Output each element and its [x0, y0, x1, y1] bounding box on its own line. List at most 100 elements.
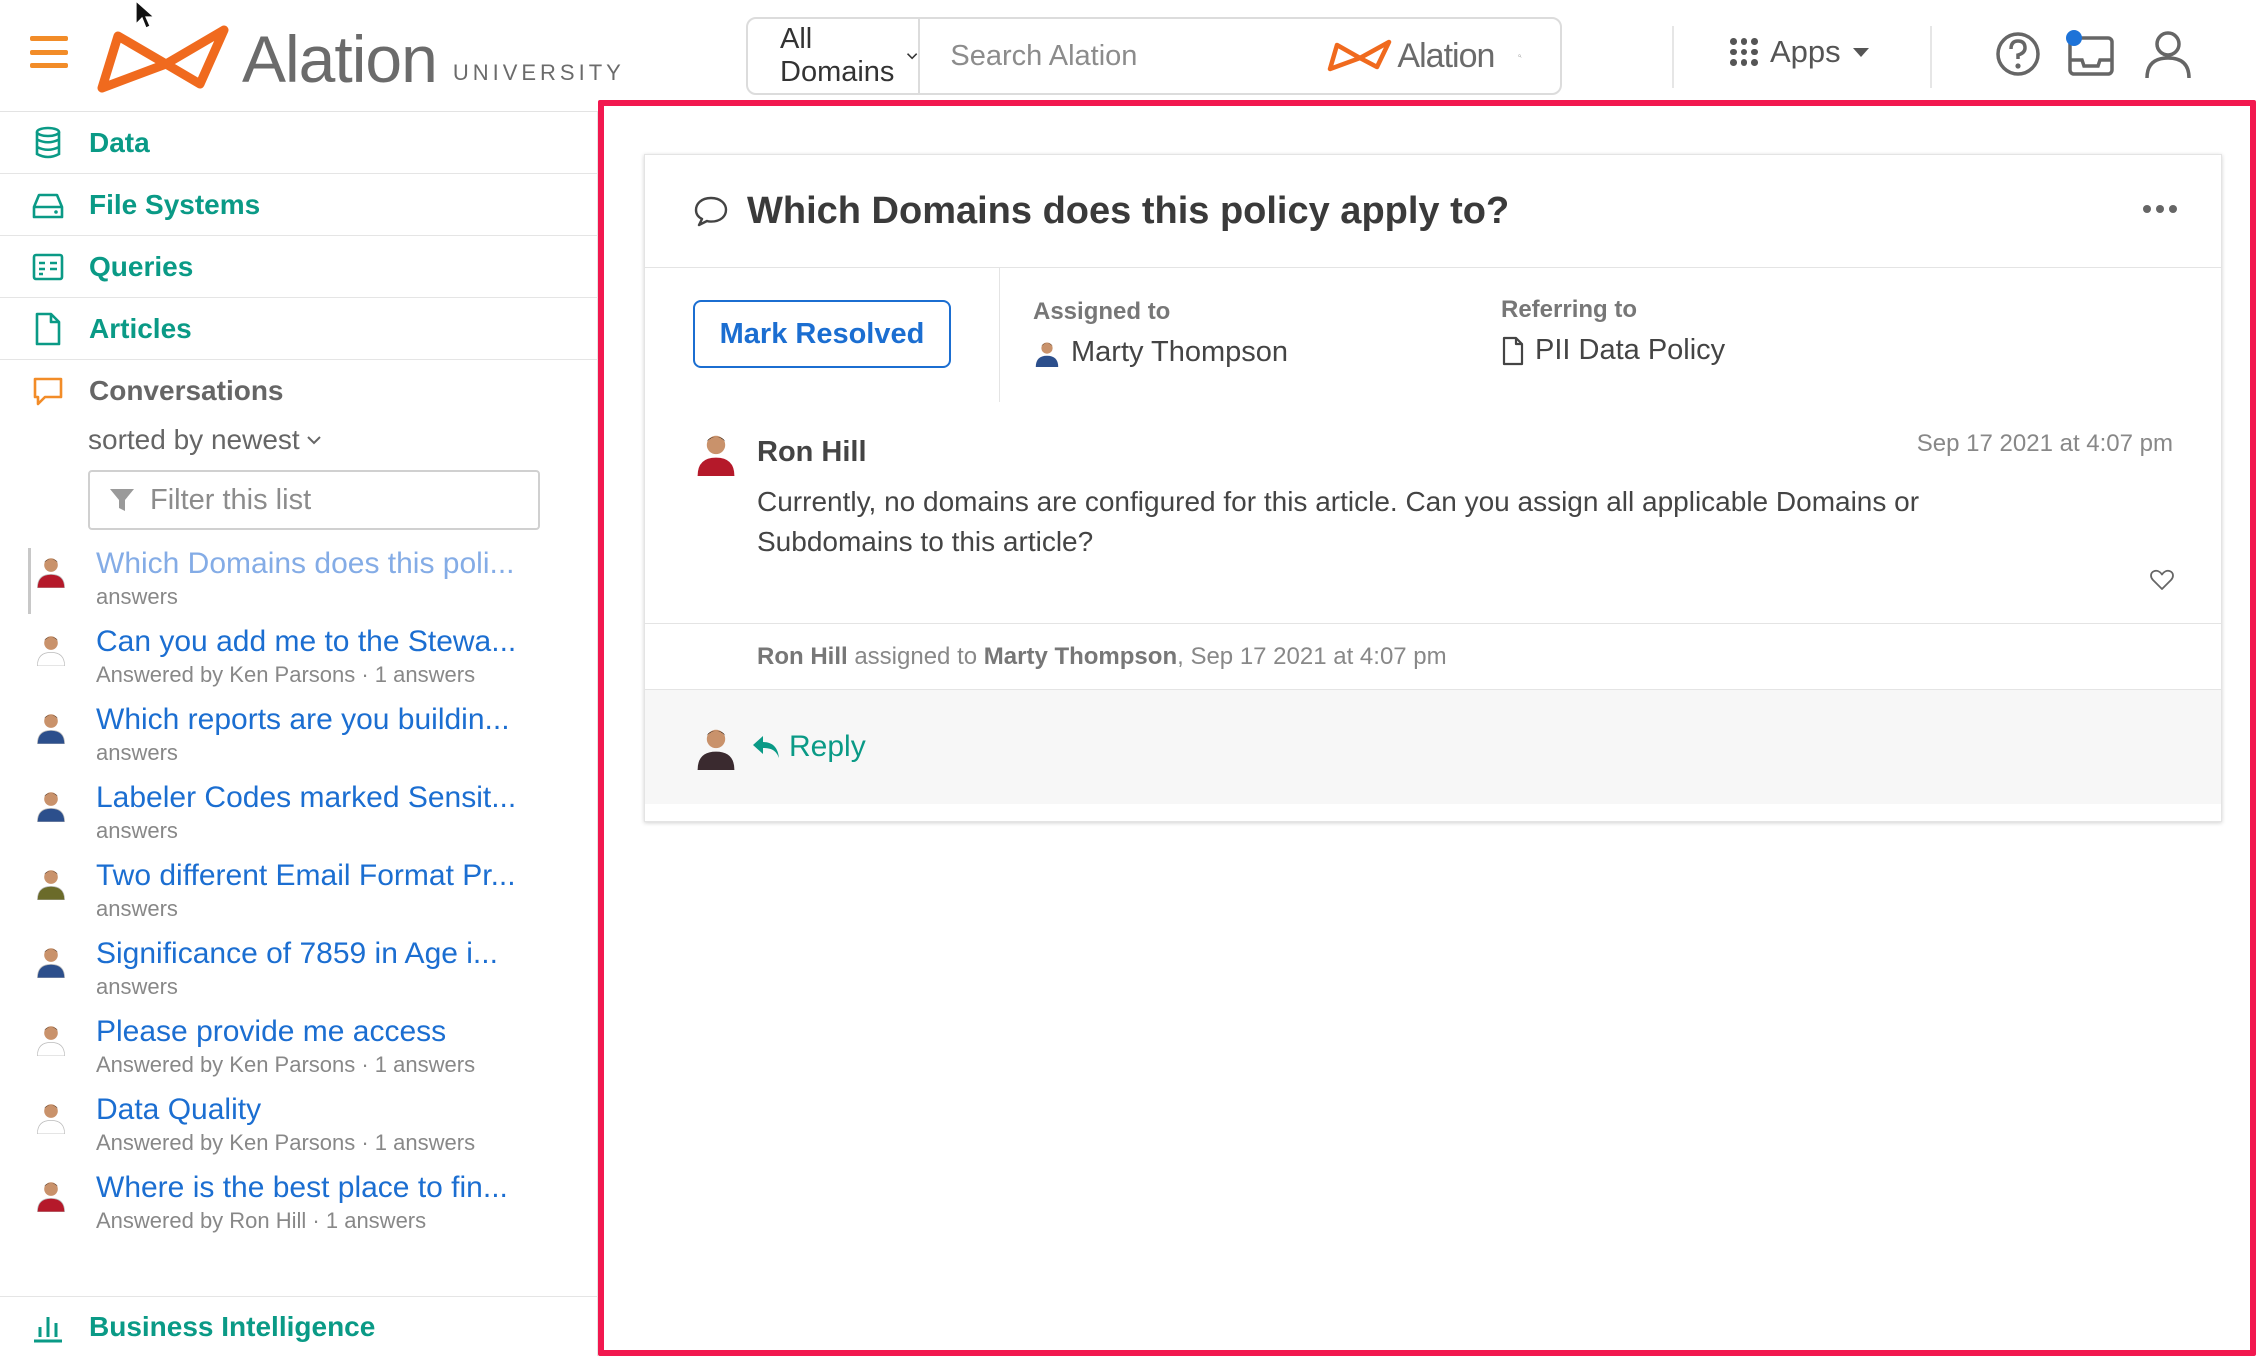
alation-bowtie-icon: [97, 25, 229, 93]
header-divider: [1930, 26, 1932, 88]
comment-body: Currently, no domains are configured for…: [757, 486, 1920, 557]
drive-icon: [32, 193, 64, 218]
menu-icon[interactable]: [30, 36, 68, 68]
avatar: [37, 558, 65, 588]
chat-bubble-icon: [33, 377, 63, 406]
search-bar: All Domains Alation: [746, 17, 1562, 95]
chevron-down-icon: [306, 436, 321, 445]
sidebar-item-conversations[interactable]: Conversations: [0, 360, 597, 422]
assignee[interactable]: Marty Thompson: [1033, 336, 1288, 369]
logo-subtitle: UNIVERSITY: [452, 60, 625, 85]
search-input[interactable]: [920, 19, 1328, 93]
referring-link[interactable]: PII Data Policy: [1501, 334, 1725, 367]
filter-box: [88, 470, 540, 530]
conversation-title-link[interactable]: Significance of 7859 in Age i...: [96, 936, 516, 972]
header-divider: [1672, 26, 1674, 88]
sort-dropdown[interactable]: sorted by newest: [88, 424, 597, 456]
conversation-list-item[interactable]: Labeler Codes marked Sensit... answers: [0, 780, 597, 858]
avatar: [37, 792, 65, 822]
domain-select-label: All Domains: [780, 23, 895, 88]
conversations-heading: Conversations: [89, 375, 284, 406]
avatar: [37, 1104, 65, 1134]
sidebar-item-label: Business Intelligence: [89, 1310, 376, 1342]
sidebar-item-label: Queries: [89, 250, 194, 282]
activity-verb: assigned to: [854, 642, 978, 670]
conversation-list-item[interactable]: Data Quality Answered by Ken Parsons · 1 …: [0, 1092, 597, 1170]
conversation-title: Which Domains does this policy apply to?: [747, 189, 1510, 232]
search-brand: Alation: [1327, 36, 1495, 76]
sidebar-item-data[interactable]: Data: [0, 112, 597, 174]
article-icon: [35, 312, 61, 345]
conversation-subtitle: answers: [96, 974, 178, 999]
user-profile-icon[interactable]: [2142, 26, 2194, 82]
reply-button[interactable]: Reply: [751, 730, 866, 764]
comment-author[interactable]: Ron Hill: [757, 436, 867, 469]
conversation-list-item[interactable]: Can you add me to the Stewa... Answered b…: [0, 624, 597, 702]
sidebar: Data File Systems Queries Articles Conve…: [0, 112, 598, 1356]
conversation-title-link[interactable]: Data Quality: [96, 1092, 516, 1128]
conversation-subtitle: answers: [96, 584, 178, 609]
main-panel: Which Domains does this policy apply to?…: [598, 100, 2256, 1356]
apps-menu[interactable]: Apps: [1730, 34, 1869, 70]
help-icon[interactable]: [1992, 26, 2044, 82]
avatar: [37, 948, 65, 978]
filter-icon: [110, 489, 134, 511]
comment-timestamp: Sep 17 2021 at 4:07 pm: [1916, 430, 2173, 457]
conversation-header: Which Domains does this policy apply to?: [645, 155, 2221, 268]
referring-to: Referring to PII Data Policy: [1501, 296, 1725, 367]
conversation-title-link[interactable]: Where is the best place to fin...: [96, 1170, 516, 1206]
referring-label: Referring to: [1501, 296, 1638, 323]
top-bar: Alation UNIVERSITY All Domains Alation A…: [0, 0, 2256, 112]
conversation-title-link[interactable]: Two different Email Format Pr...: [96, 858, 516, 894]
alation-logo[interactable]: Alation UNIVERSITY: [96, 14, 625, 94]
avatar: [37, 870, 65, 900]
mark-resolved-button[interactable]: Mark Resolved: [693, 300, 951, 368]
conversation-title-link[interactable]: Which reports are you buildin...: [96, 702, 516, 738]
activity-time: , Sep 17 2021 at 4:07 pm: [1177, 642, 1447, 670]
chevron-down-icon: [907, 53, 918, 60]
conversation-list-item[interactable]: Which reports are you buildin... answers: [0, 702, 597, 780]
search-brand-word: Alation: [1397, 36, 1495, 75]
search-icon[interactable]: [1518, 39, 1522, 73]
conversation-list-item[interactable]: Which Domains does this poli... answers: [0, 546, 597, 624]
filter-input[interactable]: [150, 483, 530, 517]
conversation-title-link[interactable]: Labeler Codes marked Sensit...: [96, 780, 516, 816]
avatar: [37, 1026, 65, 1056]
sidebar-item-queries[interactable]: Queries: [0, 236, 597, 298]
alation-bowtie-icon: [1328, 39, 1392, 72]
avatar: [37, 636, 65, 666]
inbox-icon[interactable]: [2064, 26, 2116, 82]
sidebar-item-business-intelligence[interactable]: Business Intelligence: [0, 1296, 597, 1356]
activity-log: Ron Hill assigned to Marty Thompson , Se…: [645, 624, 2221, 690]
conversation-subtitle: Answered by Ken Parsons · 1 answers: [96, 662, 476, 687]
assigned-to: Assigned to Marty Thompson: [1033, 298, 1288, 369]
heart-icon[interactable]: [2149, 568, 2175, 592]
domain-select[interactable]: All Domains: [748, 19, 921, 93]
more-options-icon[interactable]: [2143, 205, 2177, 213]
conversation-subtitle: Answered by Ken Parsons · 1 answers: [96, 1052, 476, 1077]
sidebar-item-label: File Systems: [89, 188, 261, 220]
apps-label: Apps: [1770, 34, 1841, 69]
mouse-cursor-icon: [135, 0, 156, 29]
conversation-title-link[interactable]: Which Domains does this poli...: [96, 546, 516, 582]
reply-label: Reply: [789, 730, 866, 763]
conversation-subtitle: answers: [96, 896, 178, 921]
speech-bubble-icon: [694, 196, 728, 227]
conversation-title-link[interactable]: Can you add me to the Stewa...: [96, 624, 516, 660]
conversation-subtitle: Answered by Ken Parsons · 1 answers: [96, 1130, 476, 1155]
conversation-title-link[interactable]: Please provide me access: [96, 1014, 516, 1050]
avatar: [697, 729, 735, 770]
sidebar-item-file-systems[interactable]: File Systems: [0, 174, 597, 236]
activity-actor: Ron Hill: [757, 642, 848, 670]
conversation-list-item[interactable]: Two different Email Format Pr... answers: [0, 858, 597, 936]
sort-label: sorted by newest: [88, 424, 300, 455]
conversation-list-item[interactable]: Please provide me access Answered by Ken …: [0, 1014, 597, 1092]
sidebar-item-articles[interactable]: Articles: [0, 298, 597, 360]
conversation-card: Which Domains does this policy apply to?…: [644, 154, 2222, 822]
conversation-list-item[interactable]: Significance of 7859 in Age i... answers: [0, 936, 597, 1014]
database-icon: [35, 126, 61, 158]
conversation-list-item[interactable]: Where is the best place to fin... Answere…: [0, 1170, 597, 1248]
reply-arrow-icon: [753, 736, 779, 758]
sidebar-item-label: Articles: [89, 312, 192, 344]
conversation-subtitle: answers: [96, 740, 178, 765]
